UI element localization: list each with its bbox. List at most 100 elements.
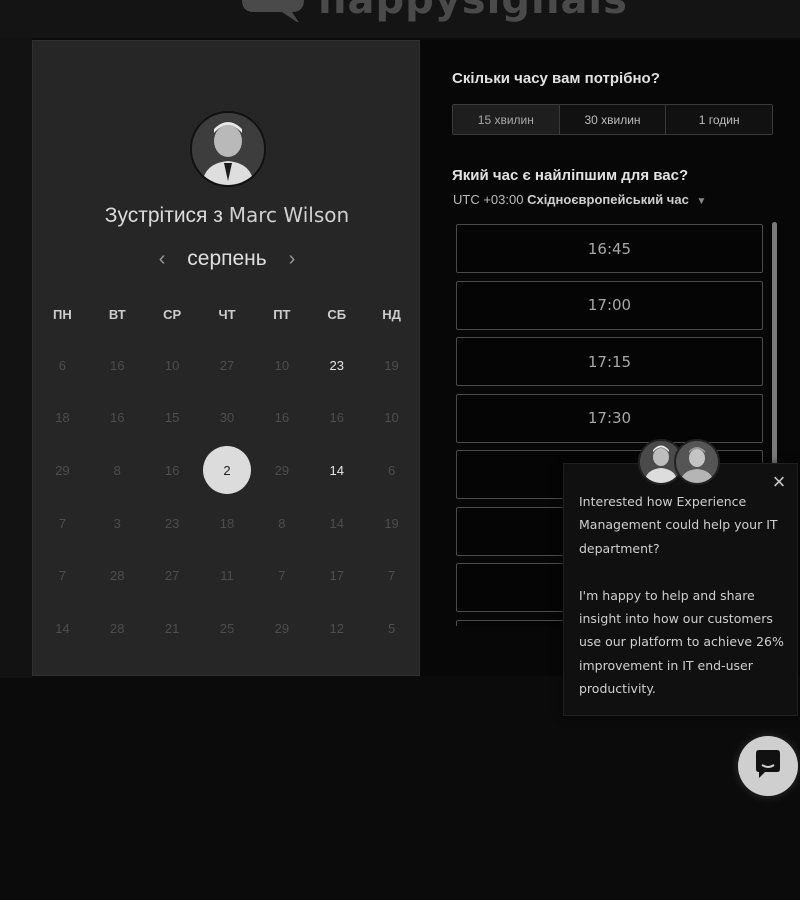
chat-message-1: Interested how Experience Management cou… — [579, 494, 778, 556]
time-slot-button[interactable]: 17:30 — [456, 393, 763, 443]
calendar-day-label: 7 — [387, 568, 396, 584]
calendar-day[interactable]: 14 — [309, 444, 364, 497]
brand-logo[interactable]: happysignals — [238, 0, 628, 22]
calendar-day-label: 21 — [164, 620, 180, 636]
chat-message-popup: × Interested how Experience Management c… — [563, 463, 798, 716]
calendar-day-label: 23 — [164, 515, 180, 531]
page-gutter — [0, 38, 32, 678]
calendar-day: 25 — [200, 602, 255, 655]
duration-question: Скільки часу вам потрібно? — [452, 70, 660, 87]
calendar-day-label: 19 — [384, 357, 399, 373]
calendar-day-label: 12 — [329, 620, 344, 636]
top-header: happysignals — [0, 0, 800, 38]
timezone-offset: UTC +03:00 — [453, 192, 524, 207]
calendar-day: 16 — [254, 392, 309, 445]
calendar-day: 5 — [364, 602, 419, 655]
calendar-day: 16 — [309, 392, 364, 445]
calendar-day-label: 29 — [55, 462, 70, 478]
calendar-day: 6 — [364, 444, 419, 497]
current-month: серпень — [187, 247, 267, 270]
calendar-day-label: 29 — [274, 620, 290, 636]
meeting-title-prefix: Зустрітися з — [104, 204, 223, 227]
calendar-day: 16 — [145, 444, 200, 497]
calendar-day-label: 18 — [219, 515, 235, 531]
calendar-day: 11 — [200, 549, 255, 602]
calendar-day-grid: 6 16 10 27 10 23 19 18 16 15 30 16 16 10 29 8 16 2 29 14 6 7 3… — [33, 339, 421, 655]
calendar-day: 8 — [254, 497, 309, 550]
time-slot-button[interactable]: 17:15 — [456, 337, 763, 386]
calendar-day-label: 16 — [164, 462, 180, 478]
time-slot-button[interactable]: 17:00 — [456, 280, 763, 330]
calendar-day: 23 — [145, 497, 200, 550]
calendar-day: 10 — [254, 339, 309, 392]
caret-down-icon: ▼ — [696, 196, 707, 207]
duration-option-60[interactable]: 1 годин — [666, 105, 773, 134]
time-question: Який час є найліпшим для вас? — [452, 167, 689, 184]
calendar-day-label: 3 — [113, 515, 121, 531]
calendar-day: 16 — [90, 339, 145, 392]
chat-message-2: I'm happy to help and share insight into… — [579, 587, 784, 697]
chat-bubble-icon — [753, 749, 783, 784]
calendar-day: 18 — [200, 497, 255, 550]
calendar-day-label: 14 — [329, 462, 344, 478]
calendar-day: 15 — [145, 392, 200, 445]
duration-option-15[interactable]: 15 хвилин — [453, 105, 560, 134]
host-name: Marc Wilson — [228, 203, 350, 227]
calendar-day: 27 — [145, 549, 200, 602]
timezone-name: Східноєвропейський час — [527, 192, 689, 207]
calendar-day: 14 — [309, 497, 364, 550]
calendar-day: 29 — [254, 602, 309, 655]
calendar-day-label: 27 — [219, 357, 235, 373]
calendar-day-label: 16 — [329, 410, 344, 426]
chat-message-text: Interested how Experience Management cou… — [579, 490, 784, 724]
calendar-day: 3 — [90, 497, 145, 550]
calendar-day-label: 7 — [278, 568, 286, 584]
calendar-day-label: 30 — [219, 410, 235, 426]
calendar-day-label: 15 — [164, 410, 180, 426]
calendar-day: 19 — [364, 339, 419, 392]
agent-avatar — [674, 439, 720, 485]
chevron-right-icon[interactable]: › — [289, 248, 296, 271]
weekday-label: ВТ — [108, 307, 126, 322]
logo-text: happysignals — [318, 0, 628, 23]
calendar-day[interactable]: 23 — [309, 339, 364, 392]
calendar-day-label: 14 — [55, 620, 70, 636]
calendar-day: 10 — [145, 339, 200, 392]
calendar-day: 7 — [364, 549, 419, 602]
calendar-day-label: 6 — [58, 357, 67, 373]
calendar-day: 7 — [254, 549, 309, 602]
calendar-day-label: 7 — [58, 568, 67, 584]
calendar-day-label: 5 — [387, 620, 396, 636]
calendar-day-label: 27 — [164, 568, 180, 584]
calendar-day: 28 — [90, 549, 145, 602]
close-icon[interactable]: × — [769, 471, 789, 493]
calendar-day: 19 — [364, 497, 419, 550]
speech-bubble-logo-icon — [238, 0, 308, 22]
calendar-day: 29 — [35, 444, 90, 497]
calendar-day: 8 — [90, 444, 145, 497]
calendar-day: 18 — [35, 392, 90, 445]
weekday-label: ЧТ — [218, 307, 236, 322]
calendar-day: 21 — [145, 602, 200, 655]
calendar-day-label: 7 — [58, 515, 67, 531]
host-avatar — [190, 111, 266, 187]
weekday-label: ПТ — [273, 307, 291, 322]
chat-launcher-button[interactable] — [738, 736, 798, 796]
calendar-day-label: 8 — [113, 462, 121, 478]
calendar-day: 30 — [200, 392, 255, 445]
timezone-selector[interactable]: UTC +03:00 Східноєвропейський час ▼ — [453, 192, 706, 207]
calendar-day-label: 23 — [329, 357, 344, 373]
duration-option-30[interactable]: 30 хвилин — [559, 105, 667, 134]
calendar-day-label: 16 — [274, 410, 290, 426]
chevron-left-icon[interactable]: ‹ — [159, 248, 166, 271]
calendar-day-label: 10 — [384, 410, 399, 426]
meeting-title: Зустрітися з Marc Wilson — [33, 203, 421, 228]
calendar-day-selected[interactable]: 2 — [200, 444, 255, 497]
calendar-day: 27 — [200, 339, 255, 392]
weekday-label: ПН — [53, 307, 72, 322]
weekday-header: ПН ВТ СР ЧТ ПТ СБ НД — [33, 307, 421, 322]
time-slot-button[interactable]: 16:45 — [456, 224, 763, 273]
calendar-day-label: 28 — [110, 620, 125, 636]
calendar-day-label: 10 — [164, 357, 180, 373]
calendar-day: 7 — [35, 549, 90, 602]
